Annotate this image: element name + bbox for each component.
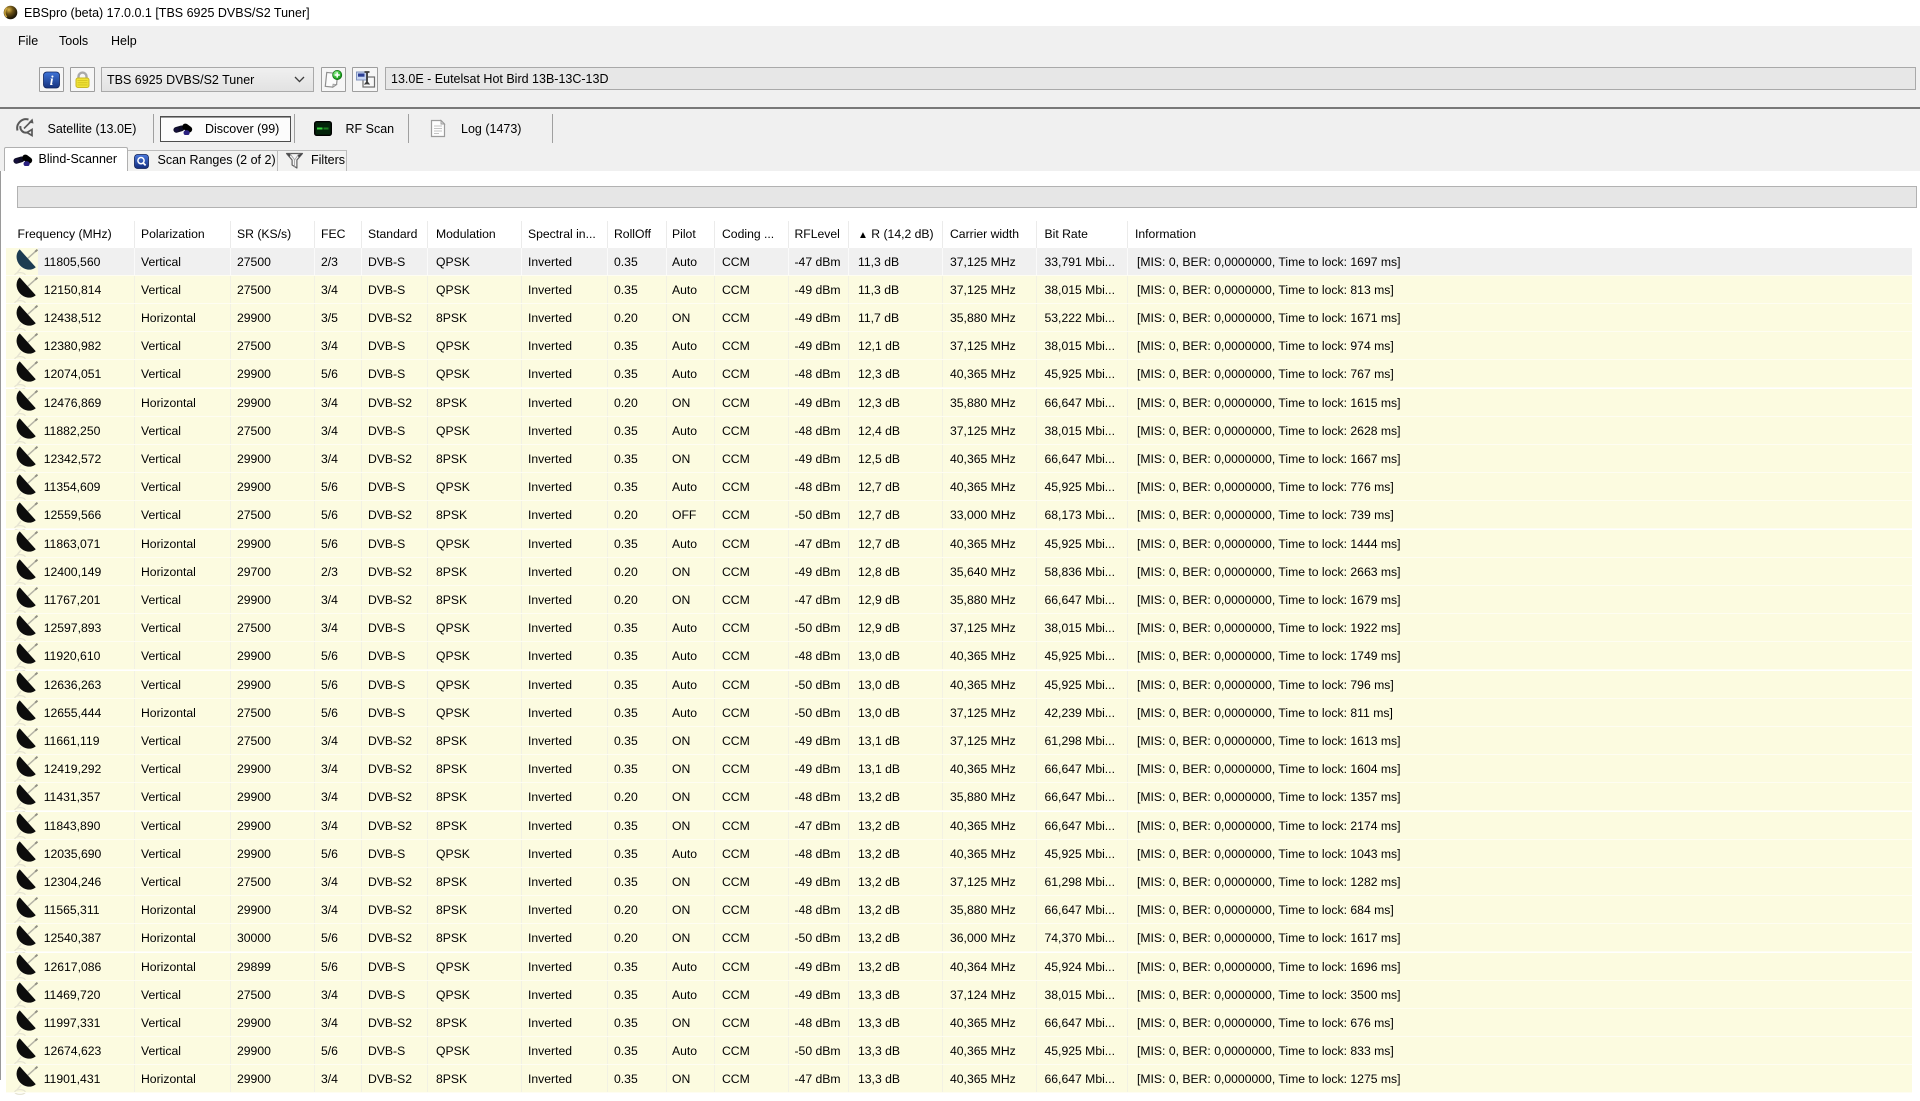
svg-text:i: i [50,73,54,88]
